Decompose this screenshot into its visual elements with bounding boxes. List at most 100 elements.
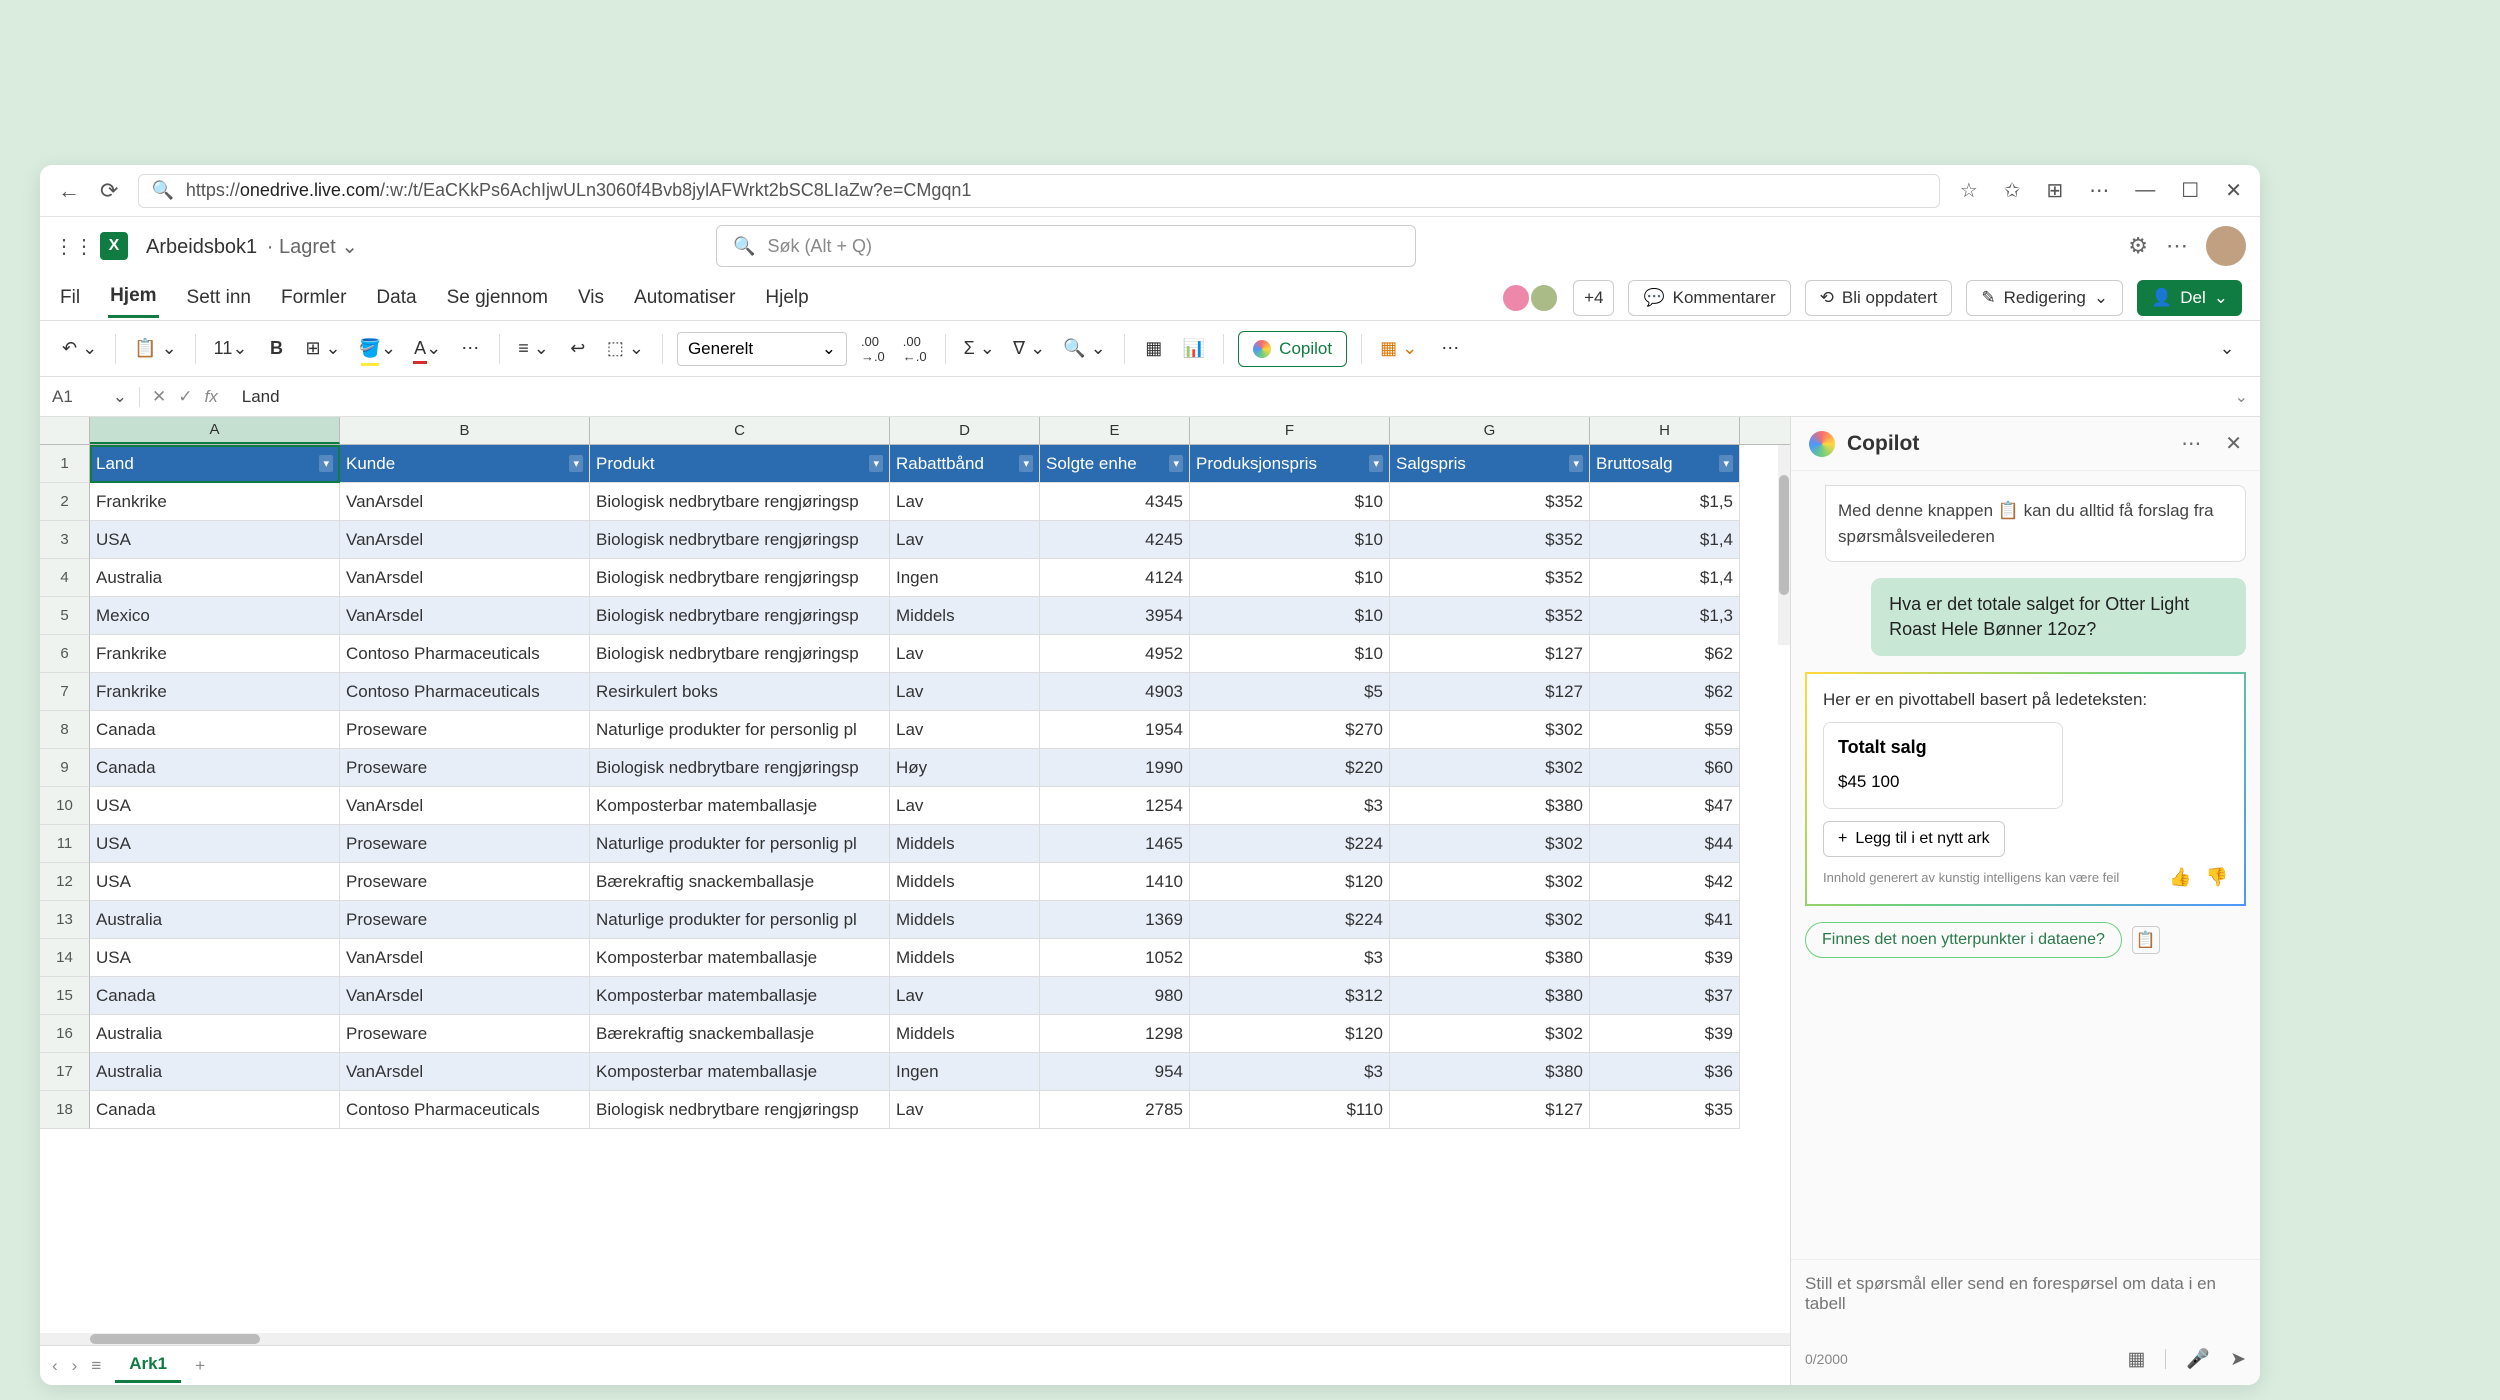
table-cell[interactable]: USA bbox=[90, 521, 340, 559]
filter-icon[interactable]: ▾ bbox=[319, 455, 333, 472]
table-header-cell[interactable]: Rabattbånd▾ bbox=[890, 445, 1040, 483]
table-cell[interactable]: USA bbox=[90, 825, 340, 863]
filter-icon[interactable]: ▾ bbox=[1569, 455, 1583, 472]
search-input[interactable]: 🔍 Søk (Alt + Q) bbox=[716, 225, 1416, 267]
table-cell[interactable]: $1,3 bbox=[1590, 597, 1740, 635]
table-cell[interactable]: 1298 bbox=[1040, 1015, 1190, 1053]
tab-help[interactable]: Hjelp bbox=[763, 279, 810, 317]
row-header[interactable]: 6 bbox=[40, 635, 90, 673]
table-header-cell[interactable]: Kunde▾ bbox=[340, 445, 590, 483]
table-cell[interactable]: VanArsdel bbox=[340, 787, 590, 825]
table-cell[interactable]: Middels bbox=[890, 939, 1040, 977]
filter-icon[interactable]: ▾ bbox=[1019, 455, 1033, 472]
undo-button[interactable]: ↶ ⌄ bbox=[58, 332, 101, 366]
table-cell[interactable]: $380 bbox=[1390, 787, 1590, 825]
row-header[interactable]: 18 bbox=[40, 1091, 90, 1129]
row-header[interactable]: 4 bbox=[40, 559, 90, 597]
row-header[interactable]: 17 bbox=[40, 1053, 90, 1091]
fx-icon[interactable]: fx bbox=[205, 387, 218, 407]
table-cell[interactable]: Ingen bbox=[890, 559, 1040, 597]
table-cell[interactable]: $302 bbox=[1390, 711, 1590, 749]
collaborator-avatar[interactable] bbox=[1529, 283, 1559, 313]
analyze-data-button[interactable]: 📊 bbox=[1179, 332, 1209, 366]
table-cell[interactable]: $302 bbox=[1390, 863, 1590, 901]
copilot-button[interactable]: Copilot bbox=[1238, 331, 1347, 367]
editing-mode-button[interactable]: ✎Redigering⌄ bbox=[1966, 280, 2123, 316]
table-cell[interactable]: Lav bbox=[890, 635, 1040, 673]
user-avatar[interactable] bbox=[2206, 226, 2246, 266]
table-cell[interactable]: Lav bbox=[890, 673, 1040, 711]
table-cell[interactable]: 4124 bbox=[1040, 559, 1190, 597]
table-cell[interactable]: $3 bbox=[1190, 1053, 1390, 1091]
table-cell[interactable]: Canada bbox=[90, 711, 340, 749]
thumbs-down-icon[interactable]: 👎 bbox=[2206, 867, 2228, 888]
cell-styles-button[interactable]: ▦ ⌄ bbox=[1376, 332, 1421, 366]
table-cell[interactable]: $41 bbox=[1590, 901, 1740, 939]
table-cell[interactable]: Australia bbox=[90, 1015, 340, 1053]
table-cell[interactable]: Biologisk nedbrytbare rengjøringsp bbox=[590, 483, 890, 521]
table-cell[interactable]: 1410 bbox=[1040, 863, 1190, 901]
table-cell[interactable]: Biologisk nedbrytbare rengjøringsp bbox=[590, 635, 890, 673]
table-cell[interactable]: $10 bbox=[1190, 559, 1390, 597]
table-cell[interactable]: Frankrike bbox=[90, 673, 340, 711]
table-cell[interactable]: Proseware bbox=[340, 1015, 590, 1053]
autosum-button[interactable]: Σ ⌄ bbox=[960, 332, 999, 366]
table-cell[interactable]: Lav bbox=[890, 711, 1040, 749]
vertical-scrollbar[interactable] bbox=[1778, 445, 1790, 645]
table-cell[interactable]: Lav bbox=[890, 787, 1040, 825]
table-cell[interactable]: $39 bbox=[1590, 939, 1740, 977]
table-cell[interactable]: Naturlige produkter for personlig pl bbox=[590, 901, 890, 939]
sort-filter-button[interactable]: ᐁ ⌄ bbox=[1009, 332, 1049, 366]
table-cell[interactable]: $10 bbox=[1190, 597, 1390, 635]
name-box[interactable]: A1⌄ bbox=[40, 387, 140, 407]
table-cell[interactable]: Lav bbox=[890, 521, 1040, 559]
table-cell[interactable]: 3954 bbox=[1040, 597, 1190, 635]
table-cell[interactable]: VanArsdel bbox=[340, 977, 590, 1015]
table-cell[interactable]: $380 bbox=[1390, 939, 1590, 977]
table-cell[interactable]: $224 bbox=[1190, 825, 1390, 863]
table-cell[interactable]: $302 bbox=[1390, 825, 1590, 863]
document-title[interactable]: Arbeidsbok1 · Lagret ⌄ bbox=[146, 234, 358, 259]
table-cell[interactable]: USA bbox=[90, 863, 340, 901]
collaborator-avatar[interactable] bbox=[1501, 283, 1531, 313]
table-cell[interactable]: VanArsdel bbox=[340, 1053, 590, 1091]
table-cell[interactable]: Bærekraftig snackemballasje bbox=[590, 1015, 890, 1053]
sheet-prev-icon[interactable]: ‹ bbox=[52, 1356, 58, 1376]
table-cell[interactable]: Lav bbox=[890, 483, 1040, 521]
table-cell[interactable]: VanArsdel bbox=[340, 597, 590, 635]
table-cell[interactable]: $35 bbox=[1590, 1091, 1740, 1129]
thumbs-up-icon[interactable]: 👍 bbox=[2169, 867, 2191, 888]
table-cell[interactable]: Canada bbox=[90, 1091, 340, 1129]
table-cell[interactable]: 4245 bbox=[1040, 521, 1190, 559]
row-header[interactable]: 15 bbox=[40, 977, 90, 1015]
collapse-ribbon-icon[interactable]: ⌄ bbox=[2212, 332, 2242, 366]
toolbar-overflow-icon[interactable]: ⋯ bbox=[1435, 332, 1465, 366]
table-cell[interactable]: USA bbox=[90, 939, 340, 977]
share-button[interactable]: 👤Del⌄ bbox=[2137, 280, 2242, 316]
table-cell[interactable]: 4903 bbox=[1040, 673, 1190, 711]
table-cell[interactable]: Australia bbox=[90, 1053, 340, 1091]
bold-button[interactable]: B bbox=[261, 332, 291, 366]
table-cell[interactable]: $42 bbox=[1590, 863, 1740, 901]
table-cell[interactable]: Frankrike bbox=[90, 635, 340, 673]
table-cell[interactable]: $3 bbox=[1190, 787, 1390, 825]
column-header[interactable]: B bbox=[340, 417, 590, 444]
table-cell[interactable]: $44 bbox=[1590, 825, 1740, 863]
table-cell[interactable]: $302 bbox=[1390, 1015, 1590, 1053]
table-cell[interactable]: $352 bbox=[1390, 483, 1590, 521]
table-cell[interactable]: Frankrike bbox=[90, 483, 340, 521]
maximize-icon[interactable]: ☐ bbox=[2181, 178, 2199, 203]
copilot-close-icon[interactable]: ✕ bbox=[2225, 431, 2242, 456]
table-cell[interactable]: Lav bbox=[890, 1091, 1040, 1129]
more-icon[interactable]: ⋯ bbox=[2166, 233, 2188, 259]
column-header[interactable]: H bbox=[1590, 417, 1740, 444]
table-cell[interactable]: Australia bbox=[90, 559, 340, 597]
row-header[interactable]: 9 bbox=[40, 749, 90, 787]
table-cell[interactable]: Contoso Pharmaceuticals bbox=[340, 673, 590, 711]
table-cell[interactable]: 1954 bbox=[1040, 711, 1190, 749]
table-cell[interactable]: Proseware bbox=[340, 901, 590, 939]
table-cell[interactable]: $47 bbox=[1590, 787, 1740, 825]
minimize-icon[interactable]: — bbox=[2135, 179, 2155, 202]
table-cell[interactable]: Komposterbar matemballasje bbox=[590, 977, 890, 1015]
copilot-send-icon[interactable]: ➤ bbox=[2230, 1348, 2246, 1371]
